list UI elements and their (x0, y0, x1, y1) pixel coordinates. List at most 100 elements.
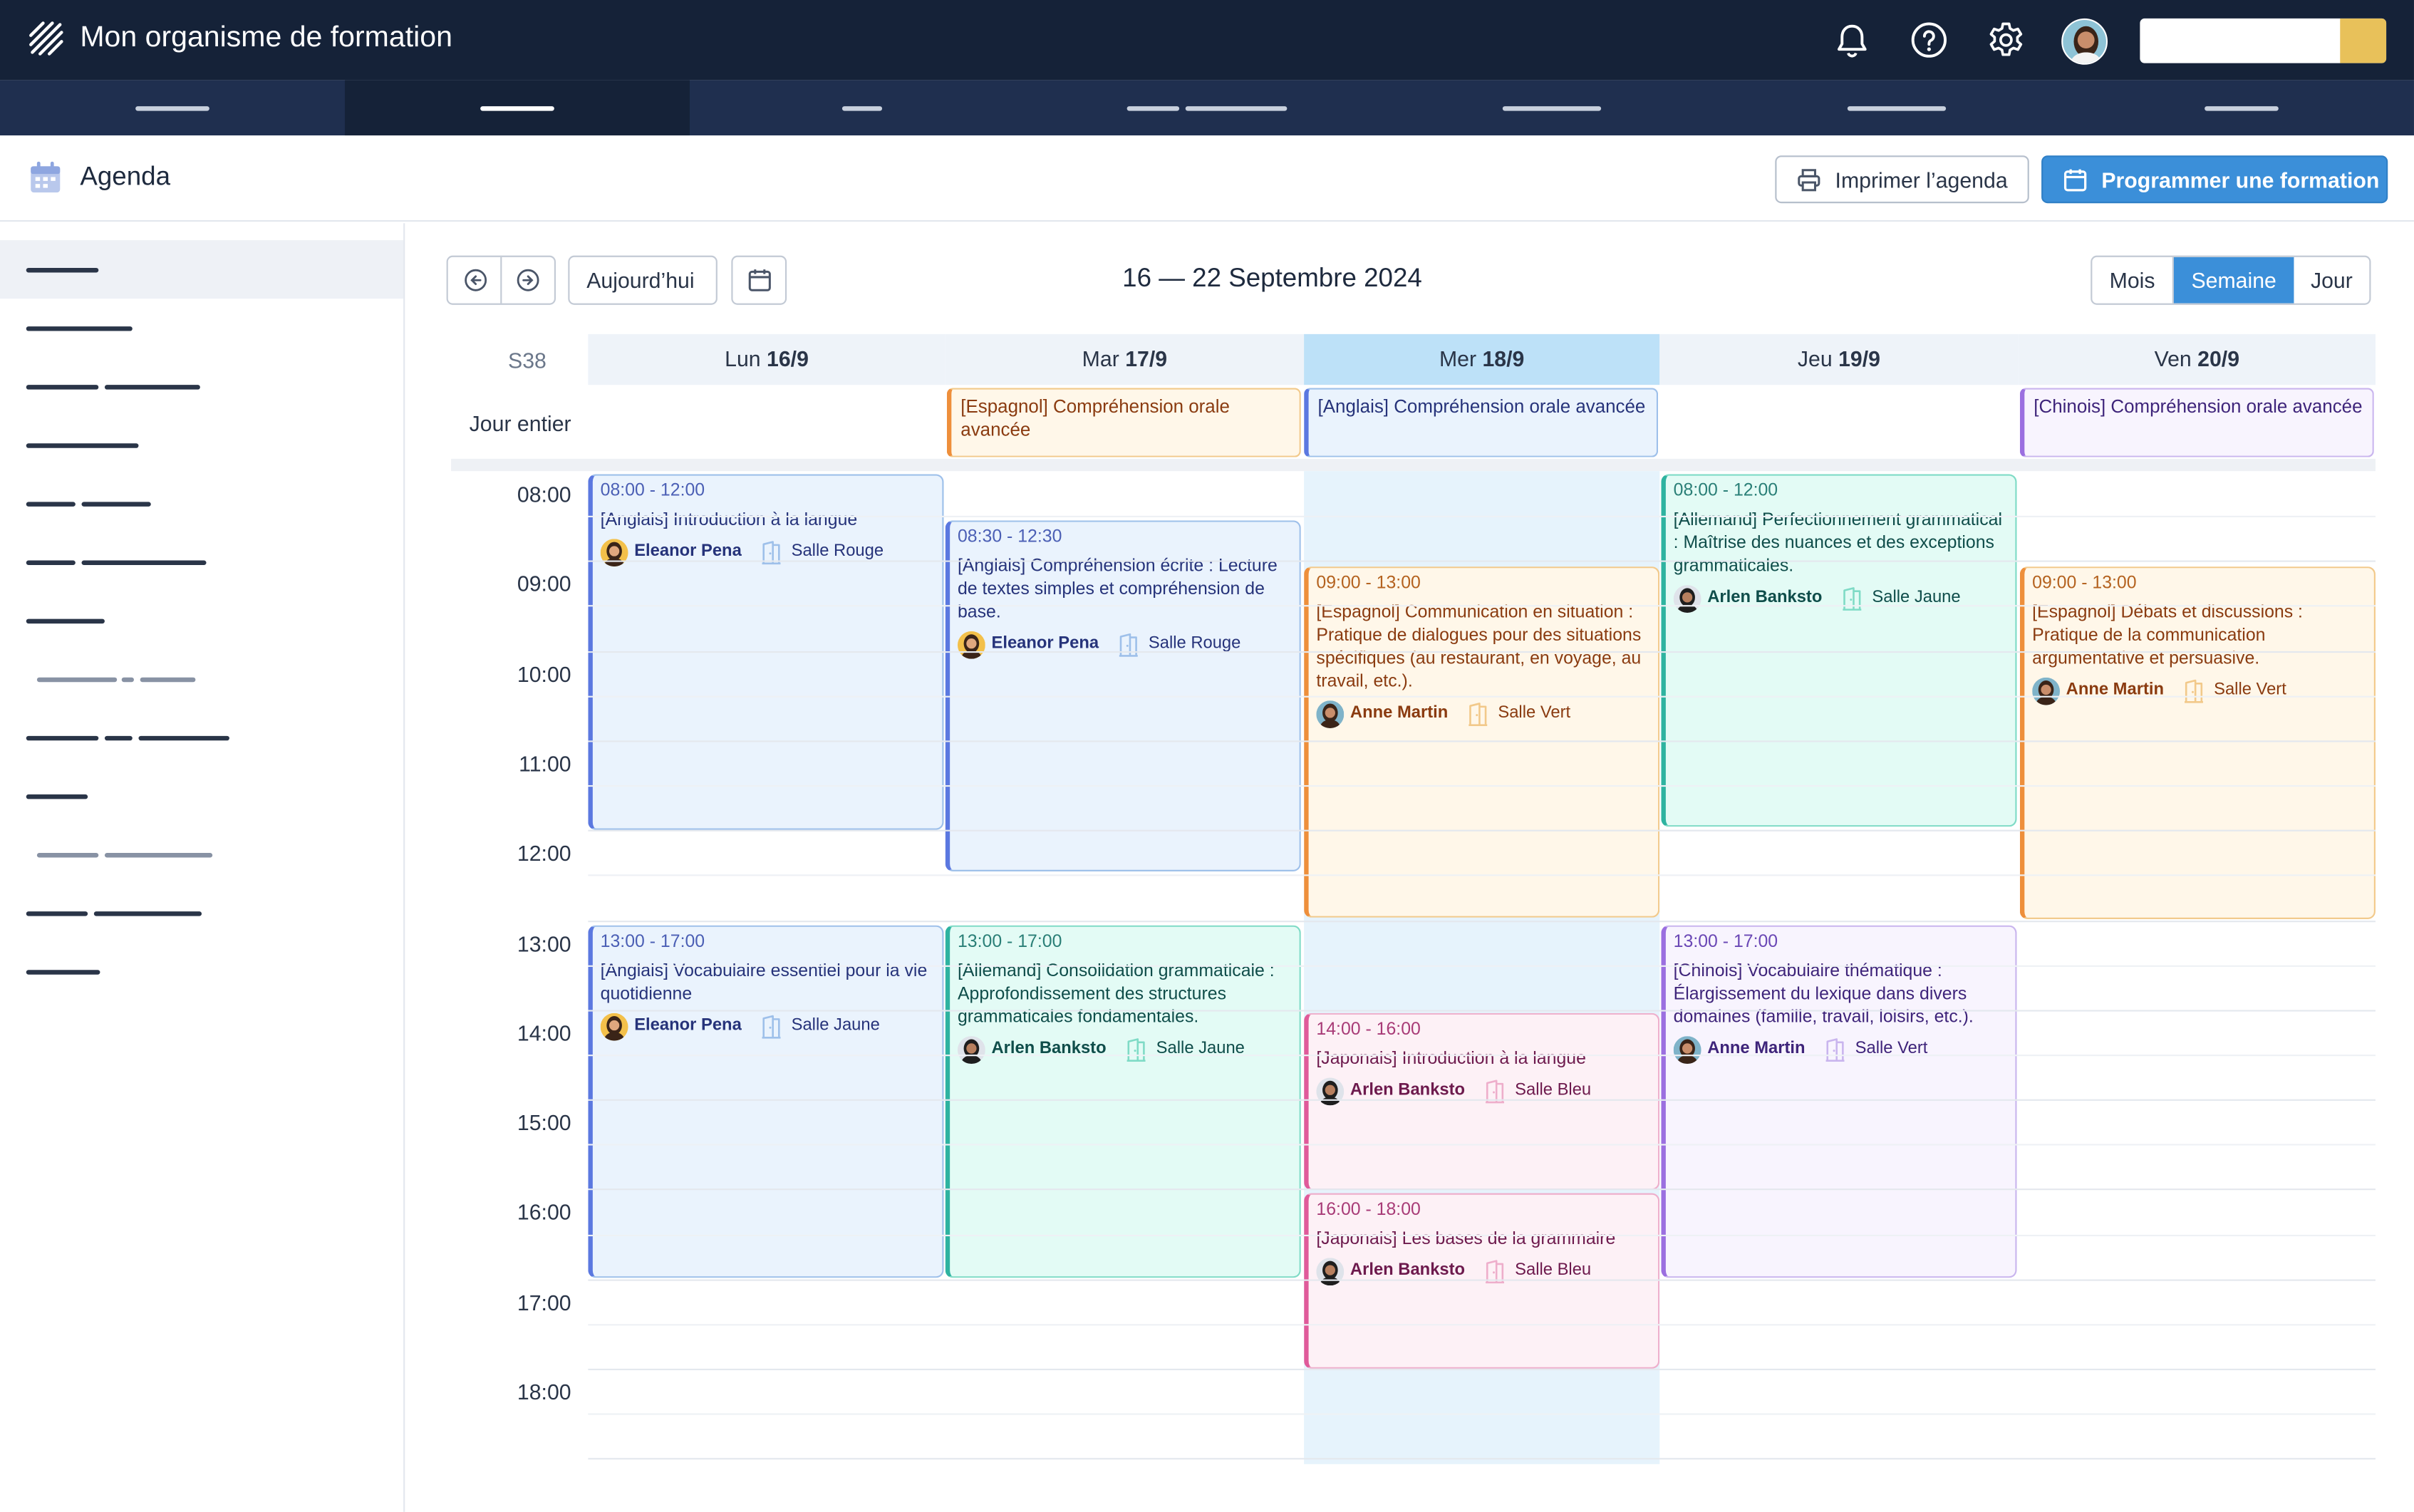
room-icon (1841, 586, 1863, 611)
sidebar-item-5[interactable] (0, 474, 403, 532)
event-meta: Eleanor Pena Salle Jaune (600, 1013, 936, 1041)
nav-tab-1[interactable] (0, 80, 345, 135)
calendar-event[interactable]: 09:00 - 13:00 [Espagnol] Débats et discus… (2019, 566, 2376, 919)
nav-tab-2[interactable] (344, 80, 690, 136)
event-time: 08:30 - 12:30 (957, 528, 1062, 547)
event-time: 09:00 - 13:00 (2032, 574, 2137, 593)
view-month-button[interactable]: Mois (2092, 257, 2174, 304)
sidebar-item-2[interactable] (0, 299, 403, 357)
allday-event[interactable]: [Anglais] Compréhension orale avancée (1304, 388, 1659, 457)
print-agenda-button[interactable]: Imprimer l’agenda (1775, 155, 2029, 204)
print-agenda-label: Imprimer l’agenda (1835, 167, 2008, 193)
sidebar-item-11-label (26, 970, 100, 975)
trainer-name: Arlen Banksto (1707, 588, 1823, 607)
sidebar-subitem-2-label-b (104, 853, 213, 858)
event-meta: Arlen Banksto Salle Bleu (1316, 1258, 1652, 1286)
day-header-fri[interactable]: Ven 20/9 (2018, 333, 2376, 385)
allday-event[interactable]: [Espagnol] Compréhension orale avancée (946, 388, 1301, 457)
user-avatar-icon (2063, 20, 2106, 63)
event-meta: Arlen Banksto Salle Jaune (957, 1036, 1293, 1065)
half-hour-gridline (588, 1413, 2376, 1415)
trainer-name: Eleanor Pena (634, 542, 742, 561)
half-hour-gridline (588, 1054, 2376, 1057)
sidebar-subitem-2[interactable] (0, 825, 403, 884)
sidebar-item-8[interactable] (0, 708, 403, 767)
nav-tab-6[interactable] (1724, 80, 2069, 135)
allday-event[interactable]: [Chinois] Compréhension orale avancée (2019, 388, 2374, 457)
calendar-event[interactable]: 13:00 - 17:00 [Chinois] Vocabulaire théma… (1661, 925, 2017, 1278)
calendar-event[interactable]: 16:00 - 18:00 [Japonais] Les bases de la … (1304, 1193, 1660, 1369)
gear-icon[interactable] (1986, 20, 2026, 60)
sidebar-item-3-label-a (26, 385, 99, 390)
day-header-tue[interactable]: Mar 17/9 (945, 333, 1305, 385)
sidebar-item-7[interactable] (0, 591, 403, 650)
main-nav (0, 80, 2414, 136)
nav-tab-7[interactable] (2069, 80, 2414, 135)
sidebar-item-4[interactable] (0, 415, 403, 474)
trainer-avatar (600, 1013, 628, 1041)
view-day-button[interactable]: Jour (2294, 257, 2369, 304)
half-hour-gridline (588, 1144, 2376, 1146)
half-hour-gridline (588, 875, 2376, 877)
room-name: Salle Rouge (791, 542, 884, 561)
calendar-event[interactable]: 13:00 - 17:00 [Allemand] Consolidation gr… (945, 925, 1301, 1278)
sidebar-item-1[interactable] (0, 240, 404, 299)
trainer-avatar (2032, 677, 2061, 705)
sidebar-item-9[interactable] (0, 767, 403, 825)
help-icon[interactable] (1909, 20, 1949, 60)
room-icon (1467, 702, 1488, 727)
page-title: Agenda (80, 161, 171, 191)
next-week-button[interactable] (502, 257, 556, 304)
sidebar-subitem-1[interactable] (0, 650, 403, 708)
sidebar-item-11[interactable] (0, 942, 403, 1000)
nav-tab-3[interactable] (690, 80, 1035, 135)
sidebar-item-4-label (26, 443, 139, 448)
trainer-avatar (957, 631, 985, 659)
today-button[interactable]: Aujourd’hui (568, 255, 718, 305)
date-range-title: 16 — 22 Septembre 2024 (1122, 263, 1422, 293)
nav-tab-2-label (480, 106, 554, 111)
user-avatar[interactable] (2061, 18, 2108, 65)
trainer-avatar (1673, 585, 1701, 613)
sidebar-item-2-label (26, 326, 133, 331)
day-header-thu[interactable]: Jeu 19/9 (1659, 333, 2019, 385)
calendar-event[interactable]: 14:00 - 16:00 [Japonais] Introduction à l… (1304, 1013, 1660, 1191)
sidebar-item-3-label-b (104, 385, 200, 390)
nav-tab-5[interactable] (1379, 80, 1724, 135)
nav-tab-4[interactable] (1035, 80, 1379, 135)
hour-gridline (588, 1278, 2376, 1281)
sidebar-item-10-label-a (26, 911, 88, 916)
day-header-mon[interactable]: Lun 16/9 (588, 333, 946, 385)
day-header-fri-dow: Ven (2154, 346, 2192, 371)
room-icon (1125, 1037, 1146, 1062)
previous-week-button[interactable] (448, 257, 502, 304)
day-header-wed-dow: Mer (1439, 346, 1477, 371)
day-header-wed-date: 18/9 (1482, 346, 1525, 371)
day-header-wed[interactable]: Mer 18/9 (1304, 333, 1660, 385)
search-input[interactable] (2140, 18, 2387, 63)
date-picker-button[interactable] (731, 255, 787, 305)
hour-label: 17:00 (517, 1289, 571, 1315)
schedule-training-button[interactable]: Programmer une formation (2041, 155, 2388, 204)
logo-icon[interactable] (28, 20, 65, 57)
calendar-event[interactable]: 09:00 - 13:00 [Espagnol] Communication en… (1304, 566, 1660, 918)
sidebar-item-3[interactable] (0, 357, 403, 415)
bell-icon[interactable] (1832, 20, 1872, 60)
search-button[interactable] (2340, 18, 2387, 63)
sidebar-subitem-1-label-a (36, 677, 118, 683)
sidebar-item-6[interactable] (0, 533, 403, 591)
hour-gridline (588, 740, 2376, 742)
room-name: Salle Bleu (1515, 1260, 1592, 1280)
half-hour-gridline (588, 785, 2376, 787)
event-meta: Arlen Banksto Salle Bleu (1316, 1077, 1652, 1106)
arrow-left-icon (465, 269, 487, 291)
trainer-name: Arlen Banksto (1350, 1080, 1466, 1099)
sidebar-subitem-2-label-a (36, 853, 99, 858)
event-title: [Anglais] Vocabulaire essentiel pour la … (600, 962, 928, 1004)
view-week-button[interactable]: Semaine (2173, 257, 2294, 304)
calendar-event[interactable]: 13:00 - 17:00 [Anglais] Vocabulaire essen… (588, 925, 944, 1278)
room-icon (1118, 633, 1139, 658)
sidebar-item-10[interactable] (0, 884, 403, 942)
sidebar (0, 223, 405, 1512)
hour-label: 18:00 (517, 1379, 571, 1404)
